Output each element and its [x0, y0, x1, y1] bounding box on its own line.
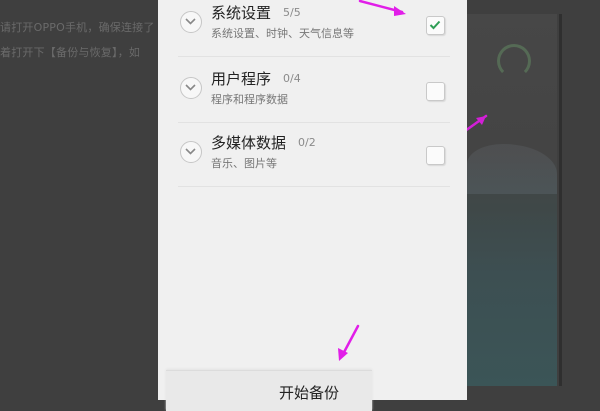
annotation-arrow-icon	[358, 0, 406, 16]
background-article-line-2: 着打开下【备份与恢复】，如	[0, 46, 141, 59]
background-toolbar-icon	[8, 0, 48, 4]
annotation-arrow-icon	[338, 324, 360, 361]
chevron-down-icon[interactable]	[180, 141, 202, 163]
page-scrollbar[interactable]	[559, 14, 562, 386]
backup-item-user-programs[interactable]: 用户程序 0/4 程序和程序数据	[178, 66, 450, 123]
backup-selection-screen: 系统设置 5/5 系统设置、时钟、天气信息等 用户程序 0/4 程序和程序数据 …	[158, 0, 467, 400]
background-article-line-1: 请打开OPPO手机，确保连接了	[0, 21, 155, 34]
chevron-down-icon[interactable]	[180, 11, 202, 33]
item-count: 0/4	[283, 72, 301, 85]
checkbox-unchecked[interactable]	[426, 146, 445, 165]
item-subtitle: 系统设置、时钟、天气信息等	[211, 27, 354, 40]
backup-item-multimedia[interactable]: 多媒体数据 0/2 音乐、图片等	[178, 130, 450, 187]
item-title: 多媒体数据	[211, 134, 287, 152]
chevron-down-icon[interactable]	[180, 77, 202, 99]
item-title: 用户程序	[211, 70, 272, 88]
checkmark-icon	[429, 20, 441, 30]
start-backup-button[interactable]: 开始备份	[166, 370, 372, 411]
item-count: 0/2	[298, 136, 316, 149]
cloud-decoration	[467, 144, 557, 194]
item-subtitle: 程序和程序数据	[211, 93, 288, 106]
background-preview-image	[467, 14, 562, 386]
item-title: 系统设置	[211, 4, 272, 22]
loading-ring-icon	[497, 44, 531, 78]
item-subtitle: 音乐、图片等	[211, 157, 277, 170]
checkbox-unchecked[interactable]	[426, 82, 445, 101]
checkbox-checked[interactable]	[426, 16, 445, 35]
item-count: 5/5	[283, 6, 301, 19]
